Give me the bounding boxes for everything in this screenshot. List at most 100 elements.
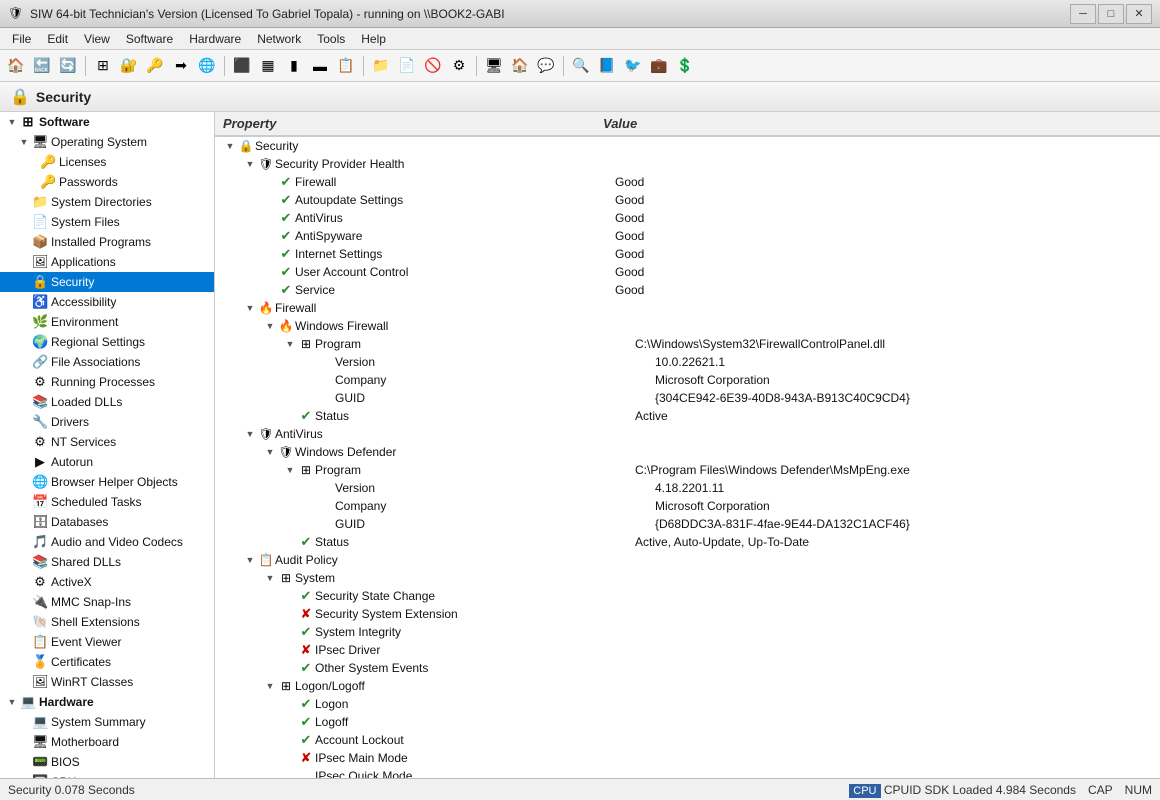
content-tree-row[interactable]: ▼🛡Security Provider Health: [215, 155, 1160, 173]
toolbar-btn-3[interactable]: 🔄: [56, 54, 80, 78]
content-tree-row[interactable]: ✔AntiVirusGood: [215, 209, 1160, 227]
sidebar-item-databases[interactable]: 🗄Databases: [0, 512, 214, 532]
sidebar-item-accessibility[interactable]: ♿Accessibility: [0, 292, 214, 312]
sidebar-item-audio-and-video-codecs[interactable]: 🎵Audio and Video Codecs: [0, 532, 214, 552]
toolbar-btn-13[interactable]: 📋: [334, 54, 358, 78]
content-tree-row[interactable]: ▼📋Audit Policy: [215, 551, 1160, 569]
minimize-button[interactable]: ─: [1070, 4, 1096, 24]
sidebar-item-drivers[interactable]: 🔧Drivers: [0, 412, 214, 432]
toolbar-btn-23[interactable]: 🐦: [621, 54, 645, 78]
toolbar-btn-14[interactable]: 📁: [369, 54, 393, 78]
toolbar-btn-1[interactable]: 🏠: [4, 54, 28, 78]
content-tree-row[interactable]: ✔AntiSpywareGood: [215, 227, 1160, 245]
toolbar-btn-15[interactable]: 📄: [395, 54, 419, 78]
toolbar-btn-5[interactable]: 🔐: [117, 54, 141, 78]
sidebar-group-software[interactable]: ▼⊞Software: [0, 112, 214, 132]
toolbar-btn-24[interactable]: 💼: [647, 54, 671, 78]
sidebar-item-running-processes[interactable]: ⚙Running Processes: [0, 372, 214, 392]
sidebar-item-regional-settings[interactable]: 🌍Regional Settings: [0, 332, 214, 352]
content-tree-row[interactable]: ✘IPsec Driver: [215, 641, 1160, 659]
content-tree-row[interactable]: Version4.18.2201.11: [215, 479, 1160, 497]
toolbar-btn-10[interactable]: ▦: [256, 54, 280, 78]
content-tree-row[interactable]: ✔StatusActive: [215, 407, 1160, 425]
content-tree-row[interactable]: ✔FirewallGood: [215, 173, 1160, 191]
content-tree-row[interactable]: ✔System Integrity: [215, 623, 1160, 641]
content-tree-row[interactable]: ✔Security State Change: [215, 587, 1160, 605]
content-tree-row[interactable]: ✔Account Lockout: [215, 731, 1160, 749]
toolbar-btn-18[interactable]: 🖥: [482, 54, 506, 78]
toolbar-btn-20[interactable]: 💬: [534, 54, 558, 78]
toolbar-btn-6[interactable]: 🔑: [143, 54, 167, 78]
sidebar-item-file-associations[interactable]: 🔗File Associations: [0, 352, 214, 372]
content-tree-row[interactable]: ▼🔥Windows Firewall: [215, 317, 1160, 335]
toolbar-btn-19[interactable]: 🏠: [508, 54, 532, 78]
menu-item-hardware[interactable]: Hardware: [181, 30, 249, 48]
sidebar-item-motherboard[interactable]: 🖥Motherboard: [0, 732, 214, 752]
expander-icon[interactable]: ▼: [263, 447, 277, 457]
toolbar-btn-17[interactable]: ⚙: [447, 54, 471, 78]
content-tree-row[interactable]: Version10.0.22621.1: [215, 353, 1160, 371]
sidebar-item-browser-helper-objects[interactable]: 🌐Browser Helper Objects: [0, 472, 214, 492]
sidebar-group-hardware[interactable]: ▼💻Hardware: [0, 692, 214, 712]
content-tree-row[interactable]: ✔ServiceGood: [215, 281, 1160, 299]
content-tree-row[interactable]: ▼🔥Firewall: [215, 299, 1160, 317]
content-tree-row[interactable]: ▼🔒Security: [215, 137, 1160, 155]
toolbar-btn-25[interactable]: 💲: [673, 54, 697, 78]
toolbar-btn-12[interactable]: ▬: [308, 54, 332, 78]
menu-item-edit[interactable]: Edit: [39, 30, 76, 48]
toolbar-btn-11[interactable]: ▮: [282, 54, 306, 78]
expander-icon[interactable]: ▼: [243, 159, 257, 169]
expander-icon[interactable]: ▼: [243, 429, 257, 439]
sidebar-item-system-files[interactable]: 📄System Files: [0, 212, 214, 232]
expander-icon[interactable]: ▼: [243, 555, 257, 565]
toolbar-btn-21[interactable]: 🔍: [569, 54, 593, 78]
toolbar-btn-16[interactable]: 🚫: [421, 54, 445, 78]
toolbar-btn-4[interactable]: ⊞: [91, 54, 115, 78]
expander-icon[interactable]: ▼: [283, 465, 297, 475]
sidebar-item-certificates[interactable]: 🏅Certificates: [0, 652, 214, 672]
sidebar-item-shared-dlls[interactable]: 📚Shared DLLs: [0, 552, 214, 572]
content-tree-row[interactable]: ✔Other System Events: [215, 659, 1160, 677]
content-tree-row[interactable]: ✔User Account ControlGood: [215, 263, 1160, 281]
content-tree-row[interactable]: ✔Internet SettingsGood: [215, 245, 1160, 263]
content-tree-row[interactable]: ▼⊞System: [215, 569, 1160, 587]
content-tree-row[interactable]: ▼⊞ProgramC:\Windows\System32\FirewallCon…: [215, 335, 1160, 353]
sidebar-item-activex[interactable]: ⚙ActiveX: [0, 572, 214, 592]
sidebar-item-passwords[interactable]: 🔑Passwords: [0, 172, 214, 192]
content-tree-row[interactable]: ▼⊞Logon/Logoff: [215, 677, 1160, 695]
sidebar-item-environment[interactable]: 🌿Environment: [0, 312, 214, 332]
content-tree-row[interactable]: CompanyMicrosoft Corporation: [215, 497, 1160, 515]
content-tree-row[interactable]: ✔StatusActive, Auto-Update, Up-To-Date: [215, 533, 1160, 551]
menu-item-network[interactable]: Network: [249, 30, 309, 48]
content-tree-row[interactable]: ✔Logoff: [215, 713, 1160, 731]
content-tree-row[interactable]: ✔Autoupdate SettingsGood: [215, 191, 1160, 209]
menu-item-file[interactable]: File: [4, 30, 39, 48]
sidebar-item-operating-system[interactable]: ▼🖥Operating System: [0, 132, 214, 152]
close-button[interactable]: ✕: [1126, 4, 1152, 24]
toolbar-btn-7[interactable]: ➡: [169, 54, 193, 78]
expander-icon[interactable]: ▼: [223, 141, 237, 151]
sidebar-item-event-viewer[interactable]: 📋Event Viewer: [0, 632, 214, 652]
expander-icon[interactable]: ▼: [243, 303, 257, 313]
content-tree-row[interactable]: IPsec Quick Mode: [215, 767, 1160, 778]
sidebar-item-cpu[interactable]: 🔲CPU: [0, 772, 214, 778]
content-tree-row[interactable]: GUID{D68DDC3A-831F-4fae-9E44-DA132C1ACF4…: [215, 515, 1160, 533]
expander-icon[interactable]: ▼: [263, 321, 277, 331]
sidebar-item-licenses[interactable]: 🔑Licenses: [0, 152, 214, 172]
sidebar-item-installed-programs[interactable]: 📦Installed Programs: [0, 232, 214, 252]
content-tree-row[interactable]: ✘Security System Extension: [215, 605, 1160, 623]
content-tree-row[interactable]: ✔Logon: [215, 695, 1160, 713]
content-tree-row[interactable]: ✘IPsec Main Mode: [215, 749, 1160, 767]
sidebar-item-shell-extensions[interactable]: 🐚Shell Extensions: [0, 612, 214, 632]
content-tree-row[interactable]: CompanyMicrosoft Corporation: [215, 371, 1160, 389]
content-tree-row[interactable]: ▼⊞ProgramC:\Program Files\Windows Defend…: [215, 461, 1160, 479]
sidebar-item-bios[interactable]: 📟BIOS: [0, 752, 214, 772]
menu-item-help[interactable]: Help: [353, 30, 394, 48]
expander-icon[interactable]: ▼: [263, 573, 277, 583]
maximize-button[interactable]: □: [1098, 4, 1124, 24]
expander-icon[interactable]: ▼: [263, 681, 277, 691]
menu-item-view[interactable]: View: [76, 30, 118, 48]
expander-icon[interactable]: ▼: [283, 339, 297, 349]
sidebar-item-system-directories[interactable]: 📁System Directories: [0, 192, 214, 212]
sidebar-item-security[interactable]: 🔒Security: [0, 272, 214, 292]
